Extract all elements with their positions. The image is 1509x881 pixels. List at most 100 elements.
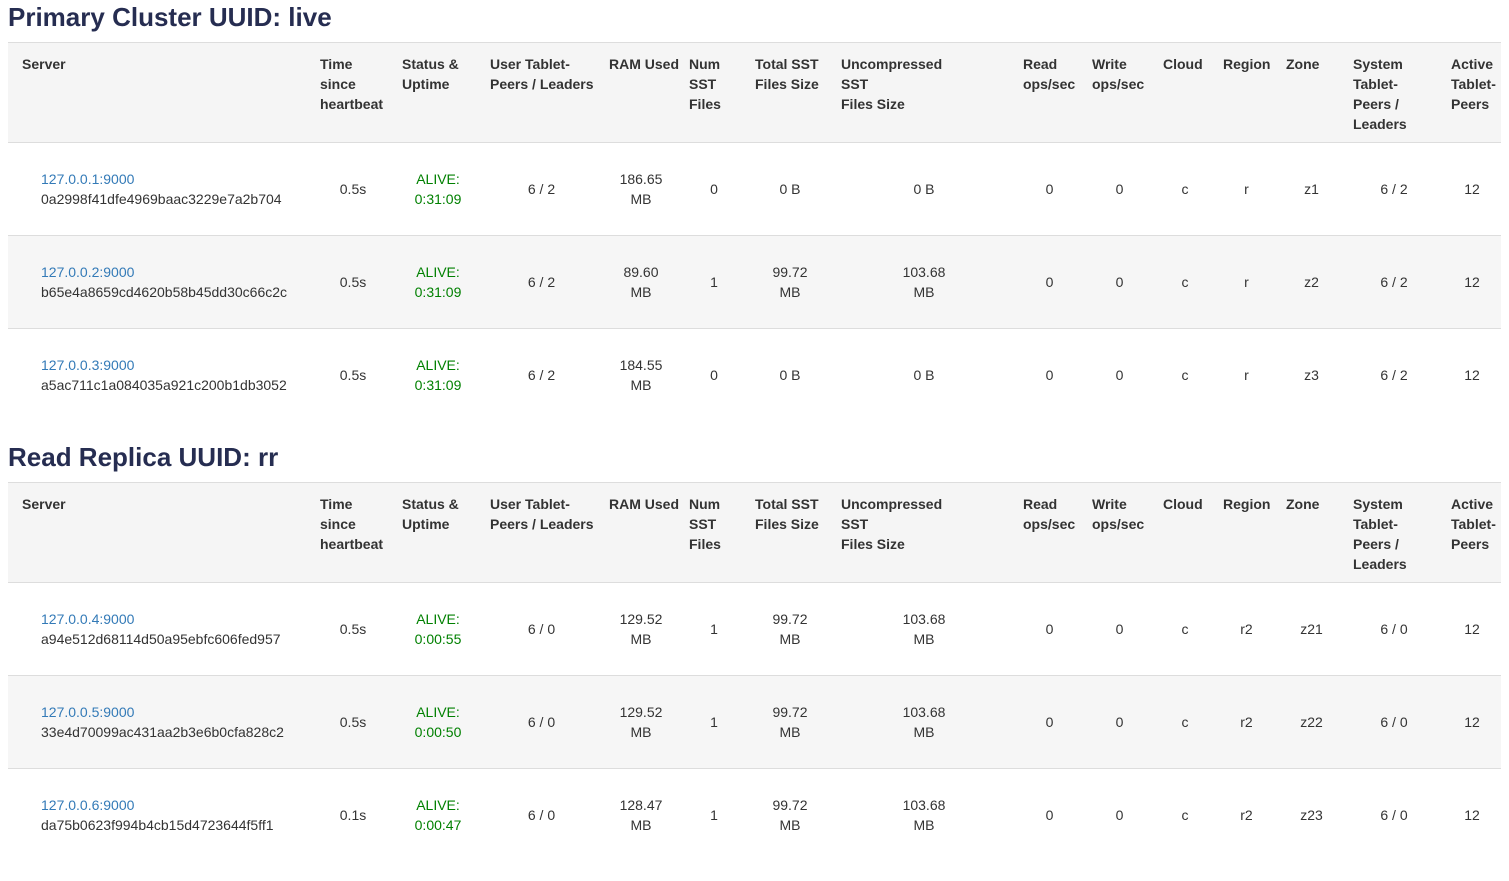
read-ops-cell: 0 <box>1015 143 1084 236</box>
read-ops-cell: 0 <box>1015 768 1084 861</box>
server-uuid: a5ac711c1a084035a921c200b1db3052 <box>41 375 304 395</box>
heartbeat-cell: 0.5s <box>312 143 394 236</box>
region-cell: r2 <box>1215 675 1278 768</box>
num-sst-files-cell: 0 <box>681 143 747 236</box>
num-sst-files-cell: 1 <box>681 675 747 768</box>
table-row: 127.0.0.2:9000 b65e4a8659cd4620b58b45dd3… <box>8 236 1501 329</box>
active-tablet-peers-cell: 12 <box>1443 329 1501 422</box>
system-tablet-peers-cell: 6 / 2 <box>1345 329 1443 422</box>
user-tablet-peers-cell: 6 / 0 <box>482 582 601 675</box>
server-link[interactable]: 127.0.0.1:9000 <box>41 171 134 187</box>
num-sst-files-cell: 0 <box>681 329 747 422</box>
write-ops-cell: 0 <box>1084 236 1155 329</box>
primary-cluster-table: Server Time since heartbeat Status & Upt… <box>8 42 1501 422</box>
num-sst-files-cell: 1 <box>681 582 747 675</box>
active-tablet-peers-cell: 12 <box>1443 143 1501 236</box>
col-server: Server <box>8 482 312 582</box>
uncompressed-sst-size-cell: 103.68 MB <box>833 236 1015 329</box>
col-active-tablet-peers: Active Tablet- Peers <box>1443 43 1501 143</box>
server-cell: 127.0.0.1:9000 0a2998f41dfe4969baac3229e… <box>8 143 312 236</box>
zone-cell: z21 <box>1278 582 1345 675</box>
col-num-sst-files: Num SST Files <box>681 482 747 582</box>
system-tablet-peers-cell: 6 / 0 <box>1345 582 1443 675</box>
table-row: 127.0.0.6:9000 da75b0623f994b4cb15d47236… <box>8 768 1501 861</box>
col-user-tablet-peers: User Tablet- Peers / Leaders <box>482 43 601 143</box>
heartbeat-cell: 0.5s <box>312 236 394 329</box>
uncompressed-sst-size-cell: 103.68 MB <box>833 675 1015 768</box>
server-cell: 127.0.0.5:9000 33e4d70099ac431aa2b3e6b0c… <box>8 675 312 768</box>
total-sst-size-cell: 99.72 MB <box>747 236 833 329</box>
status-uptime-cell: ALIVE: 0:00:50 <box>394 675 482 768</box>
cloud-cell: c <box>1155 768 1215 861</box>
col-write-ops: Write ops/sec <box>1084 43 1155 143</box>
primary-cluster-section: Primary Cluster UUID: live Server Time s… <box>8 2 1501 422</box>
active-tablet-peers-cell: 12 <box>1443 675 1501 768</box>
num-sst-files-cell: 1 <box>681 768 747 861</box>
col-num-sst-files: Num SST Files <box>681 43 747 143</box>
col-ram-used: RAM Used <box>601 43 681 143</box>
zone-cell: z22 <box>1278 675 1345 768</box>
uncompressed-sst-size-cell: 103.68 MB <box>833 768 1015 861</box>
write-ops-cell: 0 <box>1084 675 1155 768</box>
col-uncompressed-sst-size: Uncompressed SST Files Size <box>833 482 1015 582</box>
col-total-sst-size: Total SST Files Size <box>747 43 833 143</box>
ram-used-cell: 89.60 MB <box>601 236 681 329</box>
server-uuid: da75b0623f994b4cb15d4723644f5ff1 <box>41 815 304 835</box>
status-uptime-cell: ALIVE: 0:31:09 <box>394 143 482 236</box>
num-sst-files-cell: 1 <box>681 236 747 329</box>
status-uptime-cell: ALIVE: 0:00:47 <box>394 768 482 861</box>
read-replica-section: Read Replica UUID: rr Server Time since … <box>8 442 1501 862</box>
server-uuid: 33e4d70099ac431aa2b3e6b0cfa828c2 <box>41 722 304 742</box>
total-sst-size-cell: 0 B <box>747 329 833 422</box>
server-link[interactable]: 127.0.0.4:9000 <box>41 611 134 627</box>
table-header-row: Server Time since heartbeat Status & Upt… <box>8 43 1501 143</box>
heartbeat-cell: 0.1s <box>312 768 394 861</box>
table-row: 127.0.0.4:9000 a94e512d68114d50a95ebfc60… <box>8 582 1501 675</box>
read-replica-title: Read Replica UUID: rr <box>8 442 1501 473</box>
primary-cluster-title: Primary Cluster UUID: live <box>8 2 1501 33</box>
col-server: Server <box>8 43 312 143</box>
server-cell: 127.0.0.2:9000 b65e4a8659cd4620b58b45dd3… <box>8 236 312 329</box>
read-ops-cell: 0 <box>1015 675 1084 768</box>
col-write-ops: Write ops/sec <box>1084 482 1155 582</box>
server-link[interactable]: 127.0.0.6:9000 <box>41 797 134 813</box>
uncompressed-sst-size-cell: 0 B <box>833 329 1015 422</box>
active-tablet-peers-cell: 12 <box>1443 582 1501 675</box>
cloud-cell: c <box>1155 329 1215 422</box>
col-status-uptime: Status & Uptime <box>394 482 482 582</box>
col-uncompressed-sst-size: Uncompressed SST Files Size <box>833 43 1015 143</box>
read-ops-cell: 0 <box>1015 329 1084 422</box>
col-system-tablet-peers: System Tablet- Peers / Leaders <box>1345 43 1443 143</box>
col-ram-used: RAM Used <box>601 482 681 582</box>
read-ops-cell: 0 <box>1015 236 1084 329</box>
col-zone: Zone <box>1278 482 1345 582</box>
system-tablet-peers-cell: 6 / 0 <box>1345 675 1443 768</box>
user-tablet-peers-cell: 6 / 2 <box>482 236 601 329</box>
user-tablet-peers-cell: 6 / 0 <box>482 675 601 768</box>
tablet-servers-page: Primary Cluster UUID: live Server Time s… <box>0 2 1509 861</box>
zone-cell: z3 <box>1278 329 1345 422</box>
server-link[interactable]: 127.0.0.2:9000 <box>41 264 134 280</box>
zone-cell: z23 <box>1278 768 1345 861</box>
col-read-ops: Read ops/sec <box>1015 482 1084 582</box>
server-cell: 127.0.0.4:9000 a94e512d68114d50a95ebfc60… <box>8 582 312 675</box>
table-row: 127.0.0.3:9000 a5ac711c1a084035a921c200b… <box>8 329 1501 422</box>
col-user-tablet-peers: User Tablet- Peers / Leaders <box>482 482 601 582</box>
uncompressed-sst-size-cell: 103.68 MB <box>833 582 1015 675</box>
server-uuid: 0a2998f41dfe4969baac3229e7a2b704 <box>41 189 304 209</box>
zone-cell: z1 <box>1278 143 1345 236</box>
total-sst-size-cell: 0 B <box>747 143 833 236</box>
region-cell: r <box>1215 329 1278 422</box>
table-row: 127.0.0.5:9000 33e4d70099ac431aa2b3e6b0c… <box>8 675 1501 768</box>
cloud-cell: c <box>1155 675 1215 768</box>
server-uuid: a94e512d68114d50a95ebfc606fed957 <box>41 629 304 649</box>
col-time-since-heartbeat: Time since heartbeat <box>312 482 394 582</box>
col-read-ops: Read ops/sec <box>1015 43 1084 143</box>
server-uuid: b65e4a8659cd4620b58b45dd30c66c2c <box>41 282 304 302</box>
read-replica-table: Server Time since heartbeat Status & Upt… <box>8 482 1501 862</box>
server-link[interactable]: 127.0.0.5:9000 <box>41 704 134 720</box>
col-cloud: Cloud <box>1155 43 1215 143</box>
server-cell: 127.0.0.3:9000 a5ac711c1a084035a921c200b… <box>8 329 312 422</box>
server-link[interactable]: 127.0.0.3:9000 <box>41 357 134 373</box>
col-status-uptime: Status & Uptime <box>394 43 482 143</box>
